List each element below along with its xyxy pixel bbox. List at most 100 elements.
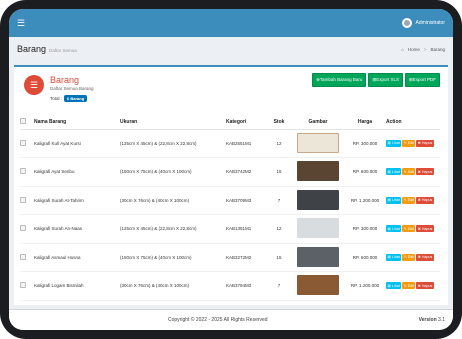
view-button[interactable]: ▤ Lihat [386, 168, 402, 176]
row-checkbox[interactable] [20, 168, 26, 175]
add-item-button[interactable]: ⊕Tambah Barang Baru [312, 73, 367, 87]
total-badge: 6 Barang [64, 95, 88, 102]
home-icon: ⌂ [401, 46, 404, 52]
item-thumbnail[interactable] [297, 189, 339, 210]
item-size: (30cm X 76cm) & (40cm X 100cm) [120, 186, 226, 215]
item-size: (150cm X 75cm) & (40cm X 100cm) [120, 157, 226, 187]
view-button[interactable]: ▤ Lihat [386, 196, 402, 204]
item-thumbnail[interactable] [297, 218, 339, 239]
row-actions: ▤ Lihat ✎ Edit ✖ Hapus [386, 186, 440, 215]
box-header: ☰ Barang Daftar Semua Barang Total : 6 B… [20, 73, 440, 107]
row-select-cell [20, 186, 34, 215]
edit-button[interactable]: ✎ Edit [402, 282, 416, 290]
view-button[interactable]: ▤ Lihat [386, 282, 402, 290]
column-header-ukuran[interactable]: Ukuran [120, 115, 226, 130]
item-name: Kaligrafi Asmaul Husna [34, 243, 120, 272]
item-price: RP. 600.000 [344, 157, 386, 187]
item-stock: 7 [266, 271, 292, 301]
delete-button[interactable]: ✖ Hapus [416, 253, 434, 261]
item-price: RP. 1.200.000 [344, 186, 386, 215]
export-xls-button[interactable]: ⊞Export XLS [368, 73, 403, 87]
item-name: Kaligrafi Ayat Seribu [34, 157, 120, 187]
item-stock: 12 [266, 129, 292, 158]
view-button[interactable]: ▤ Lihat [386, 139, 402, 147]
row-checkbox[interactable] [20, 139, 26, 146]
item-thumbnail[interactable] [297, 161, 339, 182]
item-size: (150cm X 75cm) & (40cm X 100cm) [120, 243, 226, 272]
row-checkbox[interactable] [20, 196, 26, 203]
row-checkbox[interactable] [20, 253, 26, 260]
item-category: KAB3794M3 [226, 271, 266, 301]
item-category: KAB3272M2 [226, 243, 266, 272]
item-stock: 12 [266, 214, 292, 244]
edit-button[interactable]: ✎ Edit [402, 253, 416, 261]
breadcrumb-home-link[interactable]: Home [408, 47, 420, 52]
row-checkbox[interactable] [20, 282, 26, 289]
item-name: Kaligrafi Surah At-Tahrim [34, 186, 120, 215]
row-actions: ▤ Lihat ✎ Edit ✖ Hapus [386, 157, 440, 187]
item-thumbnail[interactable] [297, 132, 339, 153]
edit-button[interactable]: ✎ Edit [402, 196, 416, 204]
item-name: Kaligrafi Kufi Ayat Kursi [34, 129, 120, 158]
item-name: Kaligrafi Logam Bismilah [34, 271, 120, 301]
item-stock: 7 [266, 186, 292, 215]
item-price: RP. 300.000 [344, 214, 386, 244]
page-subtitle: Daftar Semua [49, 47, 77, 53]
select-all-cell [20, 115, 34, 130]
item-name: Kaligrafi Surah An-Naas [34, 214, 120, 244]
table-row: Kaligrafi Ayat Seribu (150cm X 75cm) & (4… [20, 157, 440, 187]
select-all-checkbox[interactable] [20, 117, 26, 124]
list-icon: ☰ [24, 75, 44, 95]
view-button[interactable]: ▤ Lihat [386, 253, 402, 261]
row-actions: ▤ Lihat ✎ Edit ✖ Hapus [386, 129, 440, 158]
column-header-stok[interactable]: Stok [266, 115, 292, 130]
box-title: Barang [50, 75, 80, 85]
item-image-cell [292, 129, 344, 158]
version-label: Version [418, 317, 437, 323]
edit-button[interactable]: ✎ Edit [402, 139, 416, 147]
top-navbar: ☰ Administrator [9, 9, 453, 37]
total-count: Total : 6 Barang [50, 95, 88, 102]
row-select-cell [20, 157, 34, 187]
delete-button[interactable]: ✖ Hapus [416, 196, 434, 204]
column-header-kategori[interactable]: Kategori [226, 115, 266, 130]
content-header: Barang Daftar Semua ⌂ Home > Barang [9, 37, 453, 61]
box-actions: ⊕Tambah Barang Baru ⊞Export XLS ⊞Export … [312, 73, 440, 87]
user-menu[interactable]: Administrator [401, 18, 445, 28]
row-select-cell [20, 271, 34, 301]
box-subtitle: Daftar Semua Barang [50, 86, 94, 91]
item-image-cell [292, 157, 344, 187]
item-image-cell [292, 271, 344, 301]
item-image-cell [292, 214, 344, 244]
user-name: Administrator [415, 20, 445, 26]
table-row: Kaligrafi Kufi Ayat Kursi (125cm X 45cm) … [20, 129, 440, 158]
delete-button[interactable]: ✖ Hapus [416, 225, 434, 233]
view-button[interactable]: ▤ Lihat [386, 225, 402, 233]
item-category: KAB2551M1 [226, 129, 266, 158]
item-price: RP. 1.200.000 [344, 271, 386, 301]
edit-button[interactable]: ✎ Edit [402, 168, 416, 176]
table-row: Kaligrafi Asmaul Husna (150cm X 75cm) & (… [20, 243, 440, 272]
export-pdf-button[interactable]: ⊞Export PDF [404, 73, 440, 87]
item-image-cell [292, 186, 344, 215]
delete-button[interactable]: ✖ Hapus [416, 168, 434, 176]
column-header-nama[interactable]: Nama Barang [34, 115, 120, 130]
edit-button[interactable]: ✎ Edit [402, 225, 416, 233]
delete-button[interactable]: ✖ Hapus [416, 282, 434, 290]
column-header-harga[interactable]: Harga [344, 115, 386, 130]
delete-button[interactable]: ✖ Hapus [416, 139, 434, 147]
item-category: KAB1351M1 [226, 214, 266, 244]
table-row: Kaligrafi Surah At-Tahrim (30cm X 76cm) &… [20, 186, 440, 215]
item-thumbnail[interactable] [297, 275, 339, 296]
item-stock: 15 [266, 157, 292, 187]
row-actions: ▤ Lihat ✎ Edit ✖ Hapus [386, 243, 440, 272]
total-label: Total : [50, 96, 63, 101]
user-avatar-icon [401, 18, 412, 28]
screen: ☰ Administrator Barang Daftar Semua ⌂ Ho… [9, 9, 453, 330]
breadcrumb-separator: > [423, 46, 427, 52]
row-checkbox[interactable] [20, 225, 26, 232]
row-actions: ▤ Lihat ✎ Edit ✖ Hapus [386, 271, 440, 301]
item-thumbnail[interactable] [297, 246, 339, 267]
page-footer: Copyright © 2022 - 2025 All Rights Reser… [9, 309, 453, 330]
hamburger-menu-icon[interactable]: ☰ [17, 18, 29, 29]
